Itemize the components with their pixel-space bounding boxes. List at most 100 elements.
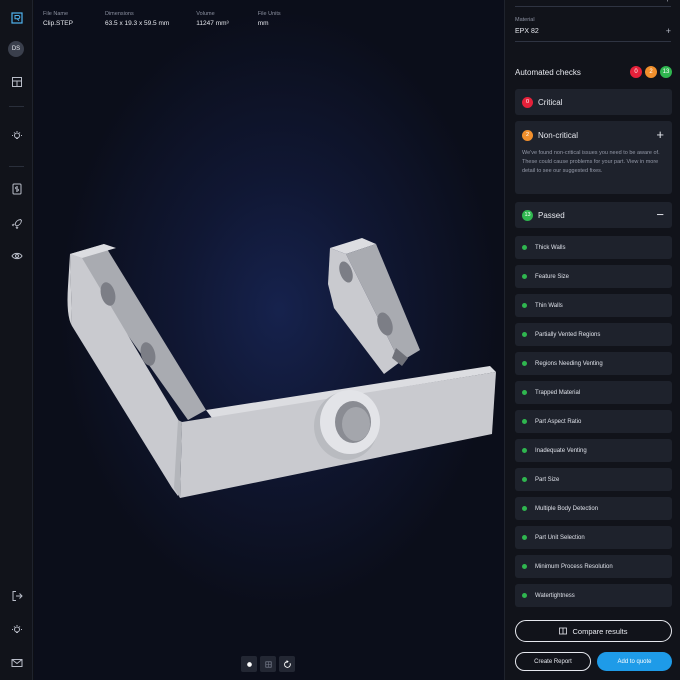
logout-icon[interactable]	[8, 587, 25, 604]
dot-icon	[246, 661, 252, 667]
passed-check-item[interactable]: Multiple Body Detection	[515, 497, 672, 520]
compare-icon	[559, 627, 568, 635]
passed-check-label: Minimum Process Resolution	[535, 563, 613, 570]
expand-plus-icon[interactable]: +	[656, 128, 664, 141]
pass-status-dot	[522, 506, 527, 511]
app-window: DS File Name Clip.STEP Dimensions 63.5 x…	[0, 0, 680, 680]
previous-field-add-icon[interactable]: +	[665, 0, 670, 4]
passed-check-item[interactable]: Inadequate Venting	[515, 439, 672, 462]
volume-info: Volume 11247 mm³	[196, 11, 228, 27]
mail-icon[interactable]	[8, 654, 25, 671]
passed-check-item[interactable]: Feature Size	[515, 265, 672, 288]
passed-check-label: Part Aspect Ratio	[535, 418, 582, 425]
noncritical-description: We've found non-critical issues you need…	[522, 150, 660, 174]
create-report-button[interactable]: Create Report	[515, 652, 591, 671]
file-name-info: File Name Clip.STEP	[43, 11, 73, 27]
passed-header[interactable]: 13 Passed −	[515, 202, 672, 228]
passed-check-item[interactable]: Part Unit Selection	[515, 526, 672, 549]
lightbulb-icon[interactable]	[8, 127, 25, 144]
reset-icon	[283, 659, 291, 668]
critical-header[interactable]: 0 Critical	[515, 89, 672, 115]
passed-check-item[interactable]: Thin Walls	[515, 294, 672, 317]
noncritical-count-badge: 2	[645, 66, 657, 78]
grid-icon	[264, 660, 272, 668]
critical-title: Critical	[538, 97, 563, 107]
critical-count-badge: 0	[630, 66, 642, 78]
pass-status-dot	[522, 245, 527, 250]
pass-status-dot	[522, 535, 527, 540]
pass-status-dot	[522, 274, 527, 279]
passed-check-label: Part Unit Selection	[535, 534, 585, 541]
passed-check-item[interactable]: Trapped Material	[515, 381, 672, 404]
previous-field-underline	[515, 6, 671, 7]
dashboard-icon[interactable]	[8, 73, 25, 90]
material-add-icon[interactable]: +	[666, 27, 671, 41]
volume-label: Volume	[196, 11, 215, 17]
noncritical-badge: 2	[522, 129, 533, 141]
passed-check-label: Thin Walls	[535, 302, 563, 309]
pass-status-dot	[522, 303, 527, 308]
noncritical-title: Non-critical	[538, 130, 579, 140]
pass-status-dot	[522, 361, 527, 366]
passed-count-badge: 13	[660, 66, 672, 78]
passed-check-item[interactable]: Thick Walls	[515, 236, 672, 259]
add-to-quote-button[interactable]: Add to quote	[597, 652, 672, 671]
noncritical-section[interactable]: 2 Non-critical + We've found non-critica…	[515, 121, 672, 194]
passed-check-item[interactable]: Partially Vented Regions	[515, 323, 672, 346]
units-value: mm	[257, 20, 269, 27]
passed-check-label: Trapped Material	[535, 389, 581, 396]
rocket-icon[interactable]	[8, 214, 25, 231]
file-name-value: Clip.STEP	[43, 20, 73, 27]
dimensions-value: 63.5 x 19.3 x 59.5 mm	[104, 20, 170, 27]
automated-checks-title: Automated checks	[515, 68, 581, 77]
passed-check-label: Thick Walls	[535, 244, 566, 251]
passed-check-label: Watertightness	[535, 592, 575, 599]
grid-view-button[interactable]	[260, 656, 276, 672]
passed-check-label: Inadequate Venting	[535, 447, 587, 454]
compare-results-button[interactable]: Compare results	[515, 620, 672, 642]
passed-check-label: Partially Vented Regions	[535, 331, 601, 338]
units-info: File Units mm	[258, 11, 281, 27]
user-avatar[interactable]: DS	[8, 41, 24, 57]
lightbulb-icon[interactable]	[8, 621, 25, 638]
passed-check-item[interactable]: Part Aspect Ratio	[515, 410, 672, 433]
collapse-minus-icon[interactable]: −	[656, 208, 664, 221]
volume-value: 11247 mm³	[196, 20, 229, 27]
app-logo-icon[interactable]	[8, 9, 25, 26]
critical-badge: 0	[522, 96, 533, 108]
eye-icon[interactable]	[8, 247, 25, 264]
reset-view-button[interactable]	[279, 656, 295, 672]
file-info-bar: File Name Clip.STEP Dimensions 63.5 x 19…	[43, 11, 311, 27]
viewport-toolbar	[241, 656, 295, 672]
material-select[interactable]: EPX 82 +	[515, 27, 671, 42]
pricing-icon[interactable]	[8, 180, 25, 197]
passed-check-item[interactable]: Part Size	[515, 468, 672, 491]
passed-check-label: Feature Size	[535, 273, 570, 280]
part-3d-model[interactable]	[60, 226, 500, 506]
dimensions-label: Dimensions	[104, 11, 134, 17]
pass-status-dot	[522, 564, 527, 569]
passed-badge: 13	[522, 209, 533, 221]
left-nav-rail: DS	[0, 0, 33, 680]
noncritical-header[interactable]: 2 Non-critical +	[515, 121, 672, 149]
rail-divider	[9, 106, 24, 107]
material-value: EPX 82	[515, 28, 539, 35]
pass-status-dot	[522, 477, 527, 482]
solid-view-button[interactable]	[241, 656, 257, 672]
passed-check-item[interactable]: Regions Needing Venting	[515, 352, 672, 375]
critical-section[interactable]: 0 Critical	[515, 89, 672, 115]
analysis-panel: + Material EPX 82 + Automated checks 0 2…	[504, 0, 680, 680]
passed-check-item[interactable]: Minimum Process Resolution	[515, 555, 672, 578]
compare-results-label: Compare results	[572, 626, 628, 636]
pass-status-dot	[522, 332, 527, 337]
model-viewport[interactable]: File Name Clip.STEP Dimensions 63.5 x 19…	[34, 0, 504, 680]
pass-status-dot	[522, 390, 527, 395]
material-label: Material	[515, 17, 535, 23]
passed-title: Passed	[538, 210, 565, 220]
check-count-badges: 0 2 13	[630, 66, 672, 78]
passed-section[interactable]: 13 Passed −	[515, 202, 672, 228]
passed-check-label: Part Size	[535, 476, 560, 483]
pass-status-dot	[522, 448, 527, 453]
passed-check-item[interactable]: Watertightness	[515, 584, 672, 607]
file-name-label: File Name	[43, 11, 69, 17]
